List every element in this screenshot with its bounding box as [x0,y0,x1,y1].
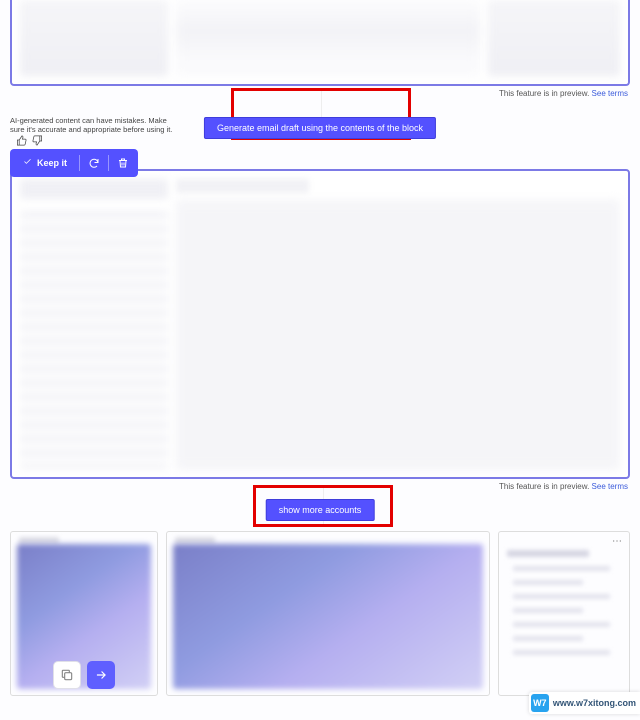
card-small[interactable] [10,531,158,696]
source-watermark: W7 www.w7xitong.com [529,692,640,714]
keep-it-button[interactable]: Keep it [13,153,77,172]
generated-content-panel [10,169,630,479]
preview-footnote: This feature is in preview. See terms [0,89,628,98]
card-large[interactable] [166,531,490,696]
trash-icon [117,157,129,169]
blurred-email-body [176,179,620,469]
check-icon [23,157,32,166]
blurred-rightpane [488,0,620,76]
ai-disclaimer: AI-generated content can have mistakes. … [10,116,180,146]
preview-text: This feature is in preview. [499,89,589,98]
refresh-icon [88,157,100,169]
ai-disclaimer-text: AI-generated content can have mistakes. … [10,116,180,135]
show-more-accounts-button[interactable]: show more accounts [266,499,375,521]
see-terms-link[interactable]: See terms [592,89,628,98]
ai-action-toolbar: Keep it [10,149,138,177]
more-menu-icon[interactable]: ⋯ [612,536,623,547]
regenerate-button[interactable] [82,152,106,174]
watermark-text: www.w7xitong.com [553,698,636,708]
keep-it-label: Keep it [37,158,67,168]
result-panel-top [10,0,630,86]
cards-row: ⋯ [10,531,630,696]
generate-email-draft-button[interactable]: Generate email draft using the contents … [204,117,436,139]
card-action-secondary[interactable] [53,661,81,689]
blurred-content [176,0,480,76]
thumbs-down-icon[interactable] [32,135,43,146]
toolbar-separator [108,155,109,171]
see-terms-link[interactable]: See terms [592,482,628,491]
toolbar-separator [79,155,80,171]
copy-icon [60,668,74,682]
preview-text: This feature is in preview. [499,482,589,491]
blurred-outline [20,179,168,469]
blurred-sidebar [20,0,168,76]
arrow-icon [94,668,108,682]
preview-footnote: This feature is in preview. See terms [0,482,628,491]
suggestions-card: ⋯ [498,531,630,696]
discard-button[interactable] [111,152,135,174]
thumbs-up-icon[interactable] [16,135,27,146]
card-action-primary[interactable] [87,661,115,689]
watermark-logo: W7 [531,694,549,712]
